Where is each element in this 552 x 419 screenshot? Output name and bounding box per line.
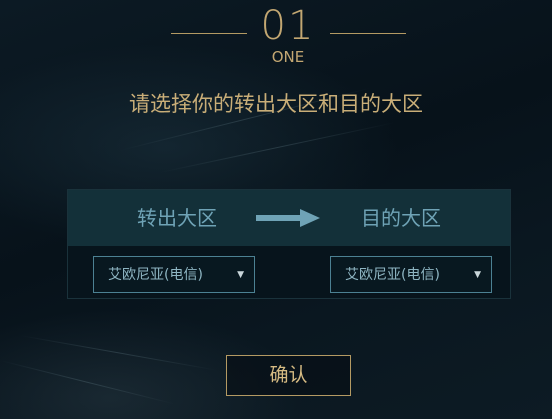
background-streak [19,335,218,371]
target-region-label: 目的大区 [361,206,441,230]
confirm-button[interactable]: 确认 [226,355,351,396]
target-region-value: 艾欧尼亚(电信) [345,267,440,283]
step-number: 01 [260,3,316,49]
source-region-label: 转出大区 [137,206,217,230]
step-divider-left [171,33,247,34]
step-word: ONE [271,48,305,66]
background-streak [159,122,395,173]
step-header: 01 ONE [0,0,552,72]
target-region-select[interactable]: 艾欧尼亚(电信) ▼ [330,256,492,293]
step-divider-right [330,33,406,34]
instruction-text: 请选择你的转出大区和目的大区 [129,92,423,116]
right-arrow-icon [256,209,320,227]
region-transfer-panel: 转出大区 目的大区 艾欧尼亚(电信) ▼ 艾欧尼亚(电信) ▼ [67,189,511,299]
chevron-down-icon: ▼ [237,270,244,280]
region-labels-bar: 转出大区 目的大区 [68,190,510,246]
source-region-value: 艾欧尼亚(电信) [108,267,203,283]
source-region-select[interactable]: 艾欧尼亚(电信) ▼ [93,256,255,293]
background-streak [0,360,175,405]
chevron-down-icon: ▼ [474,270,481,280]
